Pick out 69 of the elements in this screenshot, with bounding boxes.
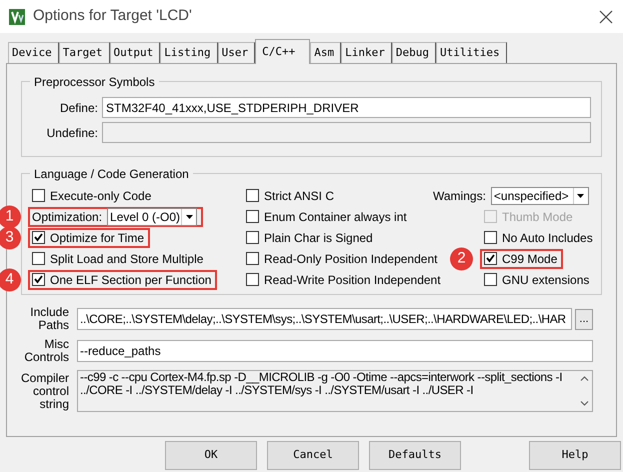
app-logo-icon [9, 8, 25, 24]
tab[interactable]: Linker [341, 42, 392, 63]
checkbox-label: C99 Mode [502, 250, 558, 268]
tab[interactable]: User [218, 42, 256, 63]
dialog-button[interactable]: Help [529, 441, 621, 470]
tab[interactable]: Listing [160, 42, 218, 63]
close-icon[interactable] [599, 10, 613, 24]
callout-badge: 4 [0, 268, 21, 291]
tab[interactable]: C/C++ [255, 39, 310, 64]
checkbox[interactable] [484, 231, 497, 244]
field-label: Paths [37, 319, 69, 332]
checkbox-label: Read-Write Position Independent [264, 272, 441, 288]
callout-badge: 2 [450, 247, 473, 270]
checkbox[interactable] [32, 231, 45, 244]
checkbox[interactable] [484, 252, 497, 265]
checkbox[interactable] [32, 273, 45, 286]
scroll-down-icon[interactable] [580, 401, 588, 406]
field-label: Controls [23, 351, 69, 364]
checkbox[interactable] [246, 210, 259, 223]
tab[interactable]: Device [8, 42, 59, 63]
select-label: Optimization: [32, 208, 102, 226]
window-title: Options for Target 'LCD' [33, 6, 192, 26]
checkbox-label: Optimize for Time [50, 230, 144, 246]
compiler-string-line: ../CORE -I ../SYSTEM/delay -I ../SYSTEM/sys -I ../SYSTEM/usart -I ../USER -I [80, 384, 474, 397]
checkbox-label: Thumb Mode [502, 208, 573, 226]
tab[interactable]: Utilities [436, 42, 507, 63]
checkbox-label: Split Load and Store Multiple [50, 250, 204, 268]
dialog-button[interactable]: Defaults [369, 441, 461, 470]
define-field[interactable]: STM32F40_41xxx,USE_STDPERIPH_DRIVER [102, 97, 591, 118]
field-label: Compiler [21, 372, 69, 384]
select-label: Wamings: [433, 188, 486, 204]
browse-button[interactable]: ... [575, 308, 593, 330]
checkbox[interactable] [246, 189, 259, 202]
checkbox[interactable] [246, 252, 259, 265]
checkbox-label: Plain Char is Signed [264, 230, 373, 246]
field-label: string [38, 398, 69, 410]
dropdown[interactable]: Level 0 (-O0) [107, 208, 198, 226]
checkbox-label: Read-Only Position Independent [264, 250, 438, 268]
include-paths-field[interactable]: ..\CORE;..\SYSTEM\delay;..\SYSTEM\sys;..\SYSTEM\usart;..\USER;..\HARDWARE\LED;..\HAR [77, 308, 572, 330]
callout-badge: 1 [0, 205, 21, 228]
caret-icon [577, 194, 584, 198]
tab[interactable]: Target [58, 42, 110, 63]
checkbox-label: One ELF Section per Function [50, 272, 212, 288]
caret-icon [186, 214, 193, 218]
tab[interactable]: Output [110, 42, 160, 63]
dialog-button[interactable]: OK [165, 441, 257, 470]
tab[interactable]: Asm [310, 42, 342, 63]
dialog-button[interactable]: Cancel [267, 441, 359, 470]
checkbox-label: GNU extensions [502, 272, 590, 288]
field-label: Misc [43, 338, 69, 351]
checkbox-label: Strict ANSI C [264, 188, 334, 204]
tab[interactable]: Debug [392, 42, 436, 63]
checkbox-label: Enum Container always int [264, 208, 407, 226]
checkbox-label: No Auto Includes [502, 230, 593, 246]
field-label: control [32, 384, 69, 398]
misc-controls-field[interactable]: --reduce_paths [77, 340, 593, 362]
field-label: Undefine: [46, 124, 99, 142]
checkbox[interactable] [484, 273, 497, 286]
scroll-up-icon[interactable] [580, 376, 588, 381]
checkbox[interactable] [32, 252, 45, 265]
callout-badge: 3 [0, 226, 21, 249]
field-label: Include [29, 306, 69, 319]
checkbox[interactable] [246, 231, 259, 244]
checkbox[interactable] [32, 189, 45, 202]
checkbox-label: Execute-only Code [50, 188, 152, 204]
dropdown[interactable]: <unspecified> [490, 186, 589, 204]
checkbox[interactable] [246, 273, 259, 286]
compiler-string-line: --c99 -c --cpu Cortex-M4.fp.sp -D__MICROLIB -g -O0 -Otime --apcs=interwork --split_sections -I [80, 371, 564, 384]
field-label: Define: [58, 100, 99, 116]
